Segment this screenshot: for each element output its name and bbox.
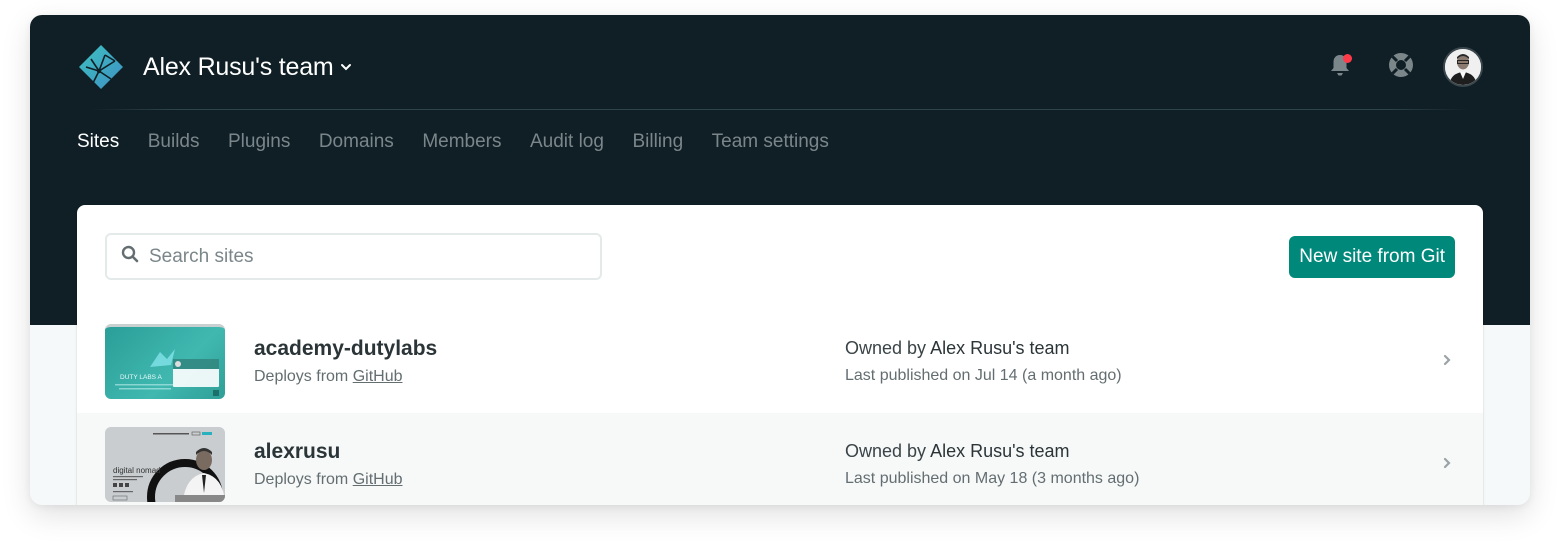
tab-billing[interactable]: Billing	[632, 131, 683, 153]
site-row[interactable]: DUTY LABS A academy-dutylabs Deploys fro…	[77, 310, 1483, 413]
sites-card: New site from Git DUTY LABS A academy-du…	[77, 205, 1483, 505]
tab-plugins[interactable]: Plugins	[228, 131, 290, 153]
site-meta: Owned by Alex Rusu's team Last published…	[845, 441, 1139, 488]
thumbnail-title: DUTY LABS A	[120, 374, 162, 381]
github-link[interactable]: GitHub	[353, 368, 403, 385]
site-deploy-source: Deploys from GitHub	[254, 471, 814, 489]
owned-label: Owned by	[845, 338, 927, 358]
tab-builds[interactable]: Builds	[148, 131, 200, 153]
site-thumbnail: digital nomad	[105, 427, 225, 502]
owned-label: Owned by	[845, 441, 927, 461]
search-input[interactable]	[149, 245, 569, 268]
site-row[interactable]: digital nomad alexrusu Deploys from GitH…	[77, 413, 1483, 505]
netlify-logo-icon[interactable]	[77, 43, 125, 91]
site-name[interactable]: academy-dutylabs	[254, 337, 814, 361]
owner-name: Alex Rusu's team	[930, 441, 1070, 461]
tab-domains[interactable]: Domains	[319, 131, 394, 153]
site-info: academy-dutylabs Deploys from GitHub	[254, 337, 814, 386]
new-site-from-git-button[interactable]: New site from Git	[1289, 236, 1455, 278]
header-divider	[90, 109, 1470, 110]
chevron-right-icon[interactable]	[1443, 456, 1451, 474]
team-nav: Sites Builds Plugins Domains Members Aud…	[77, 131, 857, 153]
search-field[interactable]	[105, 233, 602, 280]
notifications-button[interactable]	[1320, 47, 1360, 87]
site-thumbnail: DUTY LABS A	[105, 324, 225, 399]
deploy-label: Deploys from	[254, 368, 349, 385]
user-avatar[interactable]	[1443, 47, 1483, 87]
top-bar: Alex Rusu's team	[77, 41, 1483, 93]
help-button[interactable]	[1381, 47, 1421, 87]
github-link[interactable]: GitHub	[353, 471, 403, 488]
site-deploy-source: Deploys from GitHub	[254, 368, 814, 386]
sites-toolbar: New site from Git	[77, 205, 1483, 310]
top-actions	[1320, 47, 1483, 87]
last-published: Last published on May 18 (3 months ago)	[845, 470, 1140, 487]
tab-sites[interactable]: Sites	[77, 131, 119, 153]
tab-audit-log[interactable]: Audit log	[530, 131, 604, 153]
site-info: alexrusu Deploys from GitHub	[254, 440, 814, 489]
tab-team-settings[interactable]: Team settings	[712, 131, 829, 153]
site-name[interactable]: alexrusu	[254, 440, 814, 464]
chevron-right-icon[interactable]	[1443, 353, 1451, 371]
deploy-label: Deploys from	[254, 471, 349, 488]
site-owner: Owned by Alex Rusu's team	[845, 338, 1122, 359]
lifebuoy-icon	[1388, 52, 1414, 83]
team-name[interactable]: Alex Rusu's team	[143, 53, 334, 82]
chevron-down-icon[interactable]	[340, 61, 352, 73]
search-icon	[121, 245, 139, 268]
tab-members[interactable]: Members	[422, 131, 501, 153]
site-meta: Owned by Alex Rusu's team Last published…	[845, 338, 1122, 385]
site-owner: Owned by Alex Rusu's team	[845, 441, 1139, 462]
thumbnail-title: digital nomad	[113, 466, 161, 475]
owner-name: Alex Rusu's team	[930, 338, 1070, 358]
notification-badge	[1343, 54, 1352, 63]
last-published: Last published on Jul 14 (a month ago)	[845, 367, 1122, 384]
app-window: Alex Rusu's team Sites Builds Plugins Do…	[30, 15, 1530, 505]
